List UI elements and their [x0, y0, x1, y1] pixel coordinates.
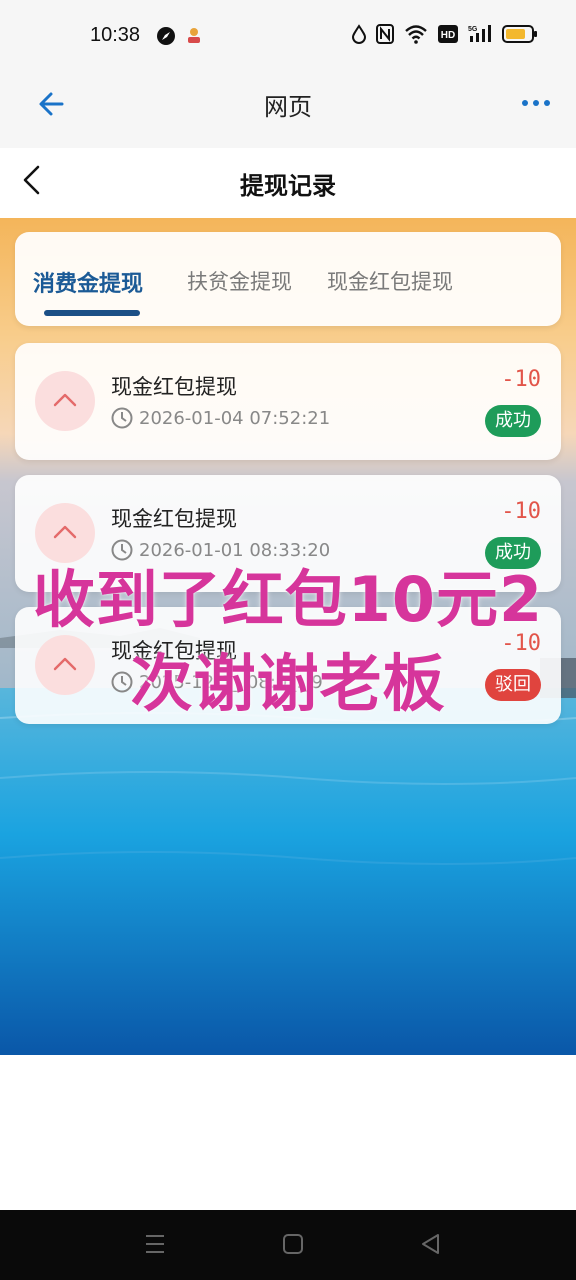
tab-cash-redpacket-withdraw[interactable]: 现金红包提现 — [327, 266, 453, 296]
status-bar: 10:38 HD 5G — [0, 0, 576, 72]
status-badge: 成功 — [485, 405, 541, 437]
tabs-card: 消费金提现 扶贫金提现 现金红包提现 — [15, 232, 561, 326]
chevron-up-icon — [35, 371, 95, 431]
more-dots-icon[interactable] — [522, 100, 550, 106]
overlay-line-1: 收到了红包10元2 — [32, 563, 544, 636]
status-time: 10:38 — [90, 24, 141, 46]
chevron-up-icon — [35, 503, 95, 563]
page-title: 提现记录 — [240, 172, 336, 200]
svg-text:5G: 5G — [468, 26, 478, 33]
page-header: 提现记录 — [0, 148, 576, 218]
overlay-caption: 收到了红包10元2 次谢谢老板 — [20, 558, 556, 726]
system-nav-bar — [0, 1210, 576, 1280]
svg-text:HD: HD — [441, 30, 455, 41]
back-triangle-icon[interactable] — [420, 1232, 442, 1260]
record-amount: -10 — [501, 499, 541, 524]
home-square-icon[interactable] — [282, 1232, 304, 1260]
battery-icon — [502, 25, 538, 47]
hd-icon: HD — [438, 25, 458, 47]
drop-icon — [351, 24, 367, 48]
record-title: 现金红包提现 — [111, 507, 237, 531]
tab-poverty-withdraw[interactable]: 扶贫金提现 — [187, 266, 292, 296]
browser-title: 网页 — [264, 93, 312, 121]
overlay-line-2: 次谢谢老板 — [130, 647, 446, 720]
record-card[interactable]: 现金红包提现 2026-01-04 07:52:21 -10 成功 — [15, 343, 561, 460]
signal-5g-icon: 5G — [468, 24, 492, 48]
active-tab-indicator — [44, 310, 140, 316]
menu-icon[interactable] — [144, 1232, 166, 1260]
record-amount: -10 — [501, 367, 541, 392]
wifi-icon — [404, 24, 428, 48]
clock-icon — [111, 407, 133, 429]
record-time: 2026-01-04 07:52:21 — [139, 407, 331, 429]
nfc-icon — [376, 24, 394, 48]
compass-icon — [156, 26, 176, 50]
app-icon — [186, 26, 202, 50]
browser-bar: 网页 — [0, 72, 576, 148]
record-title: 现金红包提现 — [111, 375, 237, 399]
tab-consumption-withdraw[interactable]: 消费金提现 — [33, 266, 143, 298]
